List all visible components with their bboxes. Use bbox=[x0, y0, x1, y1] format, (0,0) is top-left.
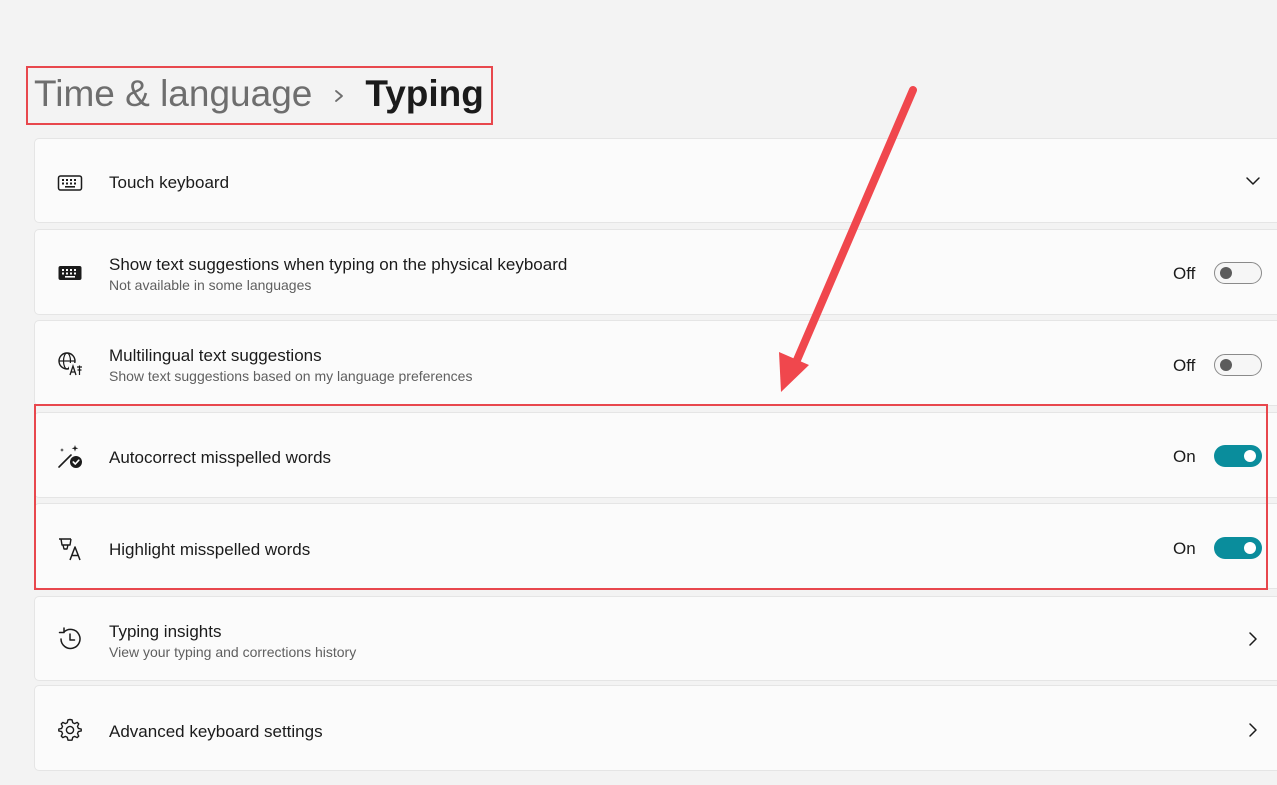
setting-title: Touch keyboard bbox=[109, 173, 230, 192]
toggle-state-label: On bbox=[1173, 447, 1196, 466]
chevron-right-icon[interactable] bbox=[1243, 629, 1263, 649]
setting-subtitle: Not available in some languages bbox=[109, 277, 312, 293]
breadcrumb: Time & language Typing bbox=[34, 68, 484, 120]
setting-touch-keyboard[interactable]: Touch keyboard bbox=[34, 138, 1277, 223]
history-icon bbox=[56, 625, 84, 653]
settings-page: Time & language Typing Touch keyboard Sh… bbox=[0, 0, 1277, 785]
breadcrumb-parent-link[interactable]: Time & language bbox=[34, 68, 312, 120]
setting-multilingual-suggestions: Multilingual text suggestions Show text … bbox=[34, 320, 1277, 406]
toggle-knob bbox=[1220, 359, 1232, 371]
setting-autocorrect: Autocorrect misspelled words On bbox=[34, 412, 1277, 498]
text-highlight-icon bbox=[56, 535, 84, 563]
setting-typing-insights[interactable]: Typing insights View your typing and cor… bbox=[34, 596, 1277, 681]
setting-title: Autocorrect misspelled words bbox=[109, 448, 332, 467]
setting-text-suggestions-physical: Show text suggestions when typing on the… bbox=[34, 229, 1277, 315]
chevron-right-icon bbox=[312, 68, 365, 120]
toggle-knob bbox=[1220, 267, 1232, 279]
setting-title: Highlight misspelled words bbox=[109, 540, 311, 559]
toggle-state-label: Off bbox=[1173, 264, 1196, 283]
text-suggestions-toggle[interactable] bbox=[1214, 262, 1262, 284]
setting-title: Typing insights bbox=[109, 622, 222, 641]
toggle-knob bbox=[1244, 450, 1256, 462]
toggle-state-label: On bbox=[1173, 539, 1196, 558]
autocorrect-toggle[interactable] bbox=[1214, 445, 1262, 467]
setting-title: Advanced keyboard settings bbox=[109, 722, 323, 741]
chevron-right-icon[interactable] bbox=[1243, 720, 1263, 740]
setting-advanced-keyboard[interactable]: Advanced keyboard settings bbox=[34, 685, 1277, 771]
toggle-state-label: Off bbox=[1173, 356, 1196, 375]
keyboard-filled-icon bbox=[56, 259, 84, 287]
setting-subtitle: Show text suggestions based on my langua… bbox=[109, 368, 473, 384]
page-title: Typing bbox=[365, 73, 484, 114]
chevron-down-icon[interactable] bbox=[1243, 171, 1263, 191]
keyboard-outline-icon bbox=[56, 169, 84, 197]
globe-language-icon bbox=[56, 350, 84, 378]
highlight-misspelled-toggle[interactable] bbox=[1214, 537, 1262, 559]
setting-title: Show text suggestions when typing on the… bbox=[109, 255, 568, 274]
gear-icon bbox=[56, 716, 84, 744]
magic-wand-check-icon bbox=[56, 443, 84, 471]
toggle-knob bbox=[1244, 542, 1256, 554]
setting-title: Multilingual text suggestions bbox=[109, 346, 322, 365]
multilingual-suggestions-toggle[interactable] bbox=[1214, 354, 1262, 376]
setting-highlight-misspelled: Highlight misspelled words On bbox=[34, 503, 1277, 589]
setting-subtitle: View your typing and corrections history bbox=[109, 644, 357, 660]
